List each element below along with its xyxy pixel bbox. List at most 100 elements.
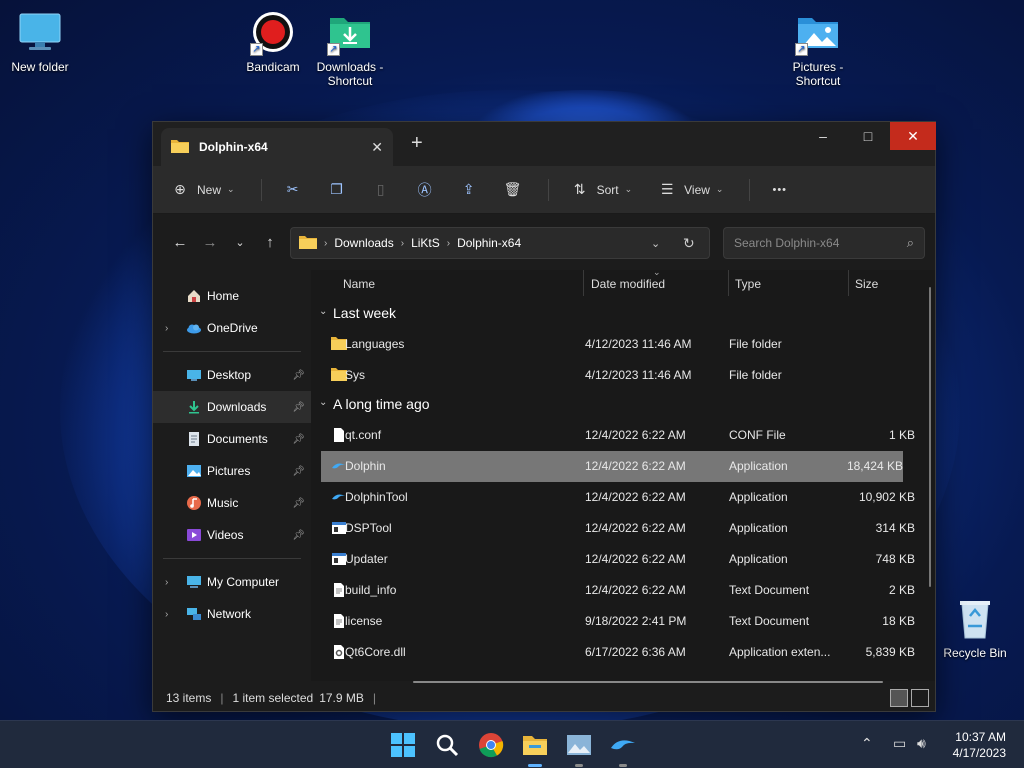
column-divider[interactable]	[583, 270, 584, 296]
chevron-right-icon: ›	[446, 237, 451, 249]
photos-icon	[567, 735, 591, 755]
chrome-taskbar-button[interactable]	[477, 731, 505, 759]
cut-button[interactable]: ✂	[284, 181, 302, 198]
network-status-icon[interactable]: ▭	[893, 735, 906, 752]
horizontal-scrollbar[interactable]	[413, 681, 883, 683]
column-type[interactable]: Type	[735, 277, 761, 291]
file-name: license	[345, 614, 383, 628]
trash-icon: 🗑︎	[503, 181, 522, 197]
view-label: View	[684, 182, 710, 197]
start-button[interactable]	[389, 731, 417, 759]
tiles-view-button[interactable]	[911, 689, 929, 707]
table-row[interactable]: Qt6Core.dll 6/17/2022 6:36 AM Applicatio…	[311, 637, 935, 668]
sidebar-item-music[interactable]: Music 📌︎	[153, 487, 311, 519]
desktop-icon-downloads-shortcut[interactable]: ↗ Downloads - Shortcut	[310, 10, 390, 88]
volume-icon[interactable]: 🔊︎	[917, 735, 926, 752]
desktop-icon-label: Recycle Bin	[943, 646, 1007, 660]
show-hidden-icons-button[interactable]: ⌃	[861, 735, 873, 752]
paste-button[interactable]: ▯	[372, 181, 390, 198]
new-tab-button[interactable]: +	[411, 132, 423, 155]
column-date-modified[interactable]: Date modified	[591, 277, 665, 291]
sidebar-item-network[interactable]: › Network	[153, 598, 311, 630]
file-date: 12/4/2022 6:22 AM	[585, 521, 686, 535]
column-divider[interactable]	[848, 270, 849, 296]
pin-icon: 📌︎	[292, 401, 305, 413]
file-name: Sys	[345, 368, 366, 382]
chevron-right-icon[interactable]: ›	[165, 577, 168, 588]
column-divider[interactable]	[728, 270, 729, 296]
forward-button[interactable]: →	[195, 234, 225, 251]
sidebar-item-desktop[interactable]: Desktop 📌︎	[153, 359, 311, 391]
shortcut-arrow-icon: ↗	[327, 43, 340, 56]
details-view-button[interactable]	[890, 689, 908, 707]
sidebar-item-downloads[interactable]: Downloads 📌︎	[153, 391, 311, 423]
file-explorer-taskbar-button[interactable]	[521, 731, 549, 767]
file-name: Qt6Core.dll	[345, 645, 406, 659]
desktop-icon-pictures-shortcut[interactable]: ↗ Pictures - Shortcut	[778, 10, 858, 88]
sidebar-item-label: Music	[207, 496, 239, 510]
view-button[interactable]: ☰ View ⌄	[658, 181, 724, 198]
file-name: DSPTool	[345, 521, 392, 535]
sidebar-item-documents[interactable]: Documents 📌︎	[153, 423, 311, 455]
table-row[interactable]: DSPTool 12/4/2022 6:22 AM Application 31…	[311, 513, 935, 544]
more-icon: •••	[772, 183, 788, 196]
sort-button[interactable]: ⇅ Sort ⌄	[571, 181, 632, 198]
close-button[interactable]: ✕	[890, 122, 936, 150]
sidebar-item-videos[interactable]: Videos 📌︎	[153, 519, 311, 551]
rename-button[interactable]: Ⓐ	[416, 180, 434, 200]
file-type: File folder	[729, 368, 782, 382]
table-row[interactable]: license 9/18/2022 2:41 PM Text Document …	[311, 606, 935, 637]
table-row[interactable]: Sys 4/12/2023 11:46 AM File folder	[311, 360, 935, 391]
address-bar[interactable]: › Downloads › LiKtS › Dolphin-x64 ⌄ ↻	[290, 227, 710, 259]
address-dropdown-icon[interactable]: ⌄	[651, 237, 660, 250]
breadcrumb-downloads[interactable]: Downloads	[334, 236, 393, 250]
copy-button[interactable]: ❐	[328, 181, 346, 198]
sidebar-item-onedrive[interactable]: › OneDrive	[153, 312, 311, 344]
breadcrumb-dolphin-x64[interactable]: Dolphin-x64	[457, 236, 521, 250]
delete-button[interactable]: 🗑︎	[504, 181, 522, 198]
search-button[interactable]	[433, 731, 461, 759]
desktop-icon-bandicam[interactable]: ↗ Bandicam	[233, 10, 313, 74]
table-row[interactable]: DolphinTool 12/4/2022 6:22 AM Applicatio…	[311, 482, 935, 513]
view-list-icon: ☰	[660, 181, 674, 197]
up-button[interactable]: ↑	[255, 234, 285, 251]
selection-info: 1 item selected	[232, 691, 314, 705]
vertical-scrollbar[interactable]	[929, 287, 931, 587]
column-size[interactable]: Size	[855, 277, 878, 291]
recent-locations-button[interactable]: ⌄	[225, 236, 255, 249]
tab-dolphin-x64[interactable]: Dolphin-x64 ✕	[161, 128, 393, 166]
photos-taskbar-button[interactable]	[565, 731, 593, 767]
system-clock[interactable]: 10:37 AM 4/17/2023	[953, 729, 1006, 761]
chevron-right-icon[interactable]: ›	[165, 609, 168, 620]
group-header-last-week[interactable]: ⌄ Last week	[311, 300, 935, 329]
sidebar-item-my-computer[interactable]: › My Computer	[153, 566, 311, 598]
dolphin-taskbar-button[interactable]	[609, 731, 637, 767]
breadcrumb-likts[interactable]: LiKtS	[411, 236, 440, 250]
table-row[interactable]: build_info 12/4/2022 6:22 AM Text Docume…	[311, 575, 935, 606]
file-name: Dolphin	[345, 459, 386, 473]
sidebar-item-pictures[interactable]: Pictures 📌︎	[153, 455, 311, 487]
table-row[interactable]: Updater 12/4/2022 6:22 AM Application 74…	[311, 544, 935, 575]
table-row[interactable]: Languages 4/12/2023 11:46 AM File folder	[311, 329, 935, 360]
desktop-icon-recycle-bin[interactable]: Recycle Bin	[935, 596, 1015, 660]
maximize-button[interactable]: □	[845, 122, 891, 150]
more-options-button[interactable]: •••	[772, 184, 787, 196]
column-name[interactable]: Name	[343, 277, 375, 291]
share-button[interactable]: ⇪	[460, 181, 478, 198]
search-input[interactable]: Search Dolphin-x64 ⌕	[723, 227, 925, 259]
desktop-icon-new-folder[interactable]: New folder	[0, 10, 80, 74]
group-header-long-ago[interactable]: ⌄ A long time ago	[311, 391, 935, 420]
sidebar-item-home[interactable]: Home	[153, 280, 311, 312]
file-date: 4/12/2023 11:46 AM	[585, 337, 692, 351]
file-type: File folder	[729, 337, 782, 351]
minimize-button[interactable]: –	[800, 122, 846, 150]
back-button[interactable]: ←	[165, 234, 195, 251]
new-button[interactable]: ⊕ New ⌄	[171, 181, 234, 198]
table-row[interactable]: qt.conf 12/4/2022 6:22 AM CONF File 1 KB	[311, 420, 935, 451]
refresh-icon[interactable]: ↻	[683, 235, 695, 252]
pictures-folder-icon: ↗	[795, 10, 841, 56]
chevron-right-icon[interactable]: ›	[165, 323, 168, 334]
tab-close-icon[interactable]: ✕	[371, 139, 383, 156]
table-row-selected[interactable]: Dolphin 12/4/2022 6:22 AM Application 18…	[321, 451, 903, 482]
file-size: 5,839 KB	[865, 645, 915, 659]
